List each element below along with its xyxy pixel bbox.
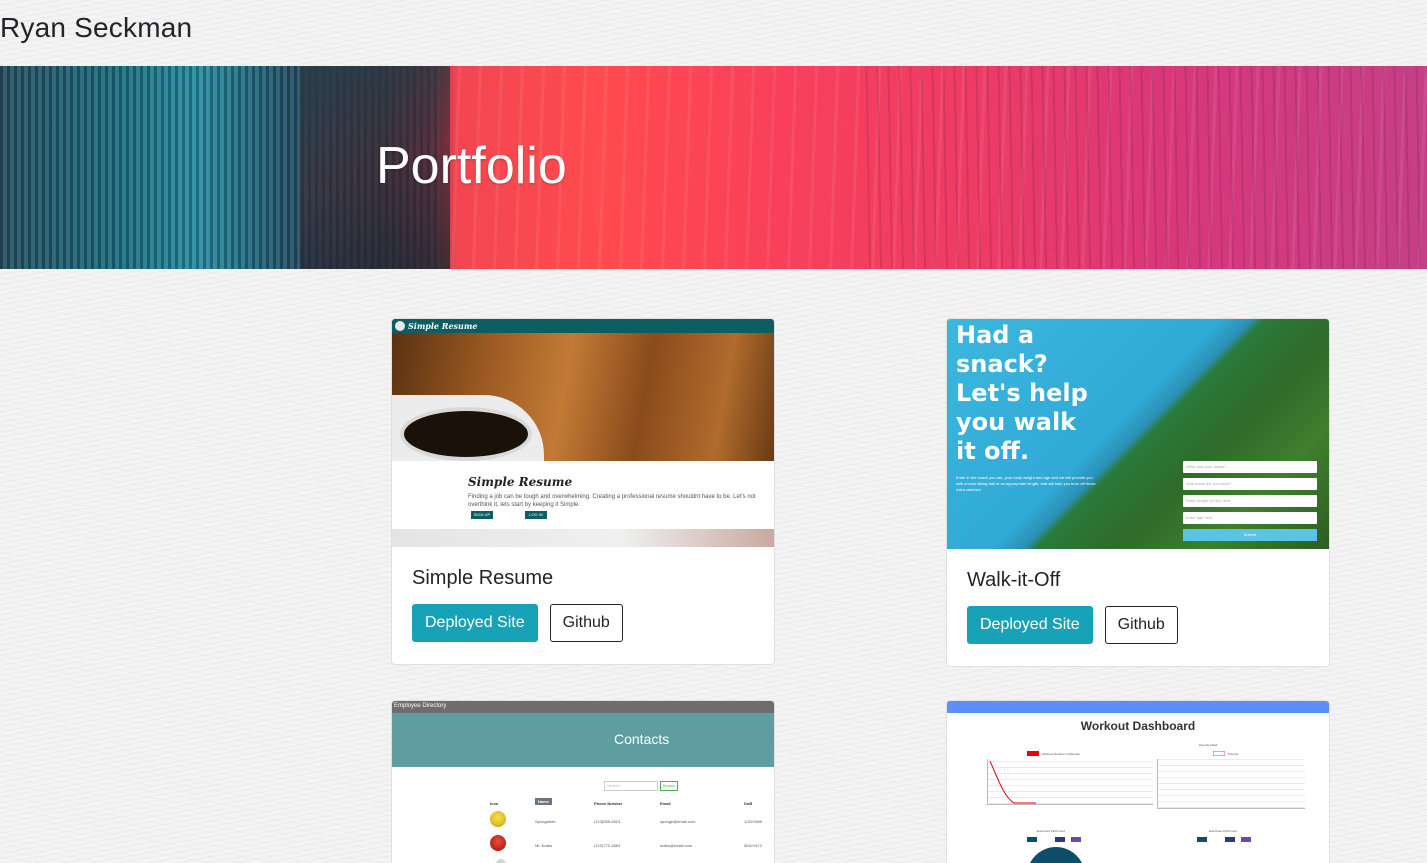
thumb-cell: Spongebob — [535, 819, 556, 824]
thumb-legend-swatch — [1027, 751, 1039, 756]
thumb-headline: Had a snack? Let's help you walk it off. — [956, 321, 1088, 465]
thumb-navbar — [947, 701, 1329, 713]
project-thumbnail[interactable]: Simple Resume Simple Resume Finding a jo… — [392, 319, 774, 547]
thumb-col-email: Email — [660, 801, 671, 806]
thumb-coffee — [400, 407, 532, 461]
hero-texture-stripes — [860, 66, 1427, 269]
thumb-pounds-chart — [1157, 759, 1305, 809]
thumb-duration-line — [989, 760, 1036, 804]
thumb-col-name: Name — [535, 798, 552, 805]
thumb-legend-swatch — [1197, 837, 1207, 842]
thumb-text: Finding a job can be tough and overwhelm… — [468, 494, 756, 508]
thumb-col-dob: DoB — [744, 801, 753, 806]
card-body: Walk-it-Off Deployed Site Github — [947, 549, 1329, 664]
thumb-legend-swatch — [1055, 837, 1065, 842]
thumb-duration-chart — [987, 759, 1153, 805]
thumb-avatar-krabs — [490, 835, 506, 851]
thumb-chart-title: Exercises Performed — [1037, 829, 1065, 833]
project-card-workout-dashboard: Workout Dashboard Workout Duration in Mi… — [946, 700, 1330, 863]
thumb-cell: 5/04/1973 — [744, 843, 762, 848]
thumb-nav-title: Employee Directory — [394, 703, 447, 709]
thumb-submit-button: Submit — [1183, 529, 1317, 541]
thumb-snack-field: What was your snack? — [1183, 461, 1317, 473]
thumb-legend-swatch — [1027, 837, 1037, 842]
thumb-heading: Workout Dashboard — [1080, 719, 1196, 733]
thumb-search-button: Search — [660, 781, 678, 791]
thumb-legend-label: Workout Duration in Minutes — [1042, 752, 1080, 756]
project-card-walk-it-off: Had a snack? Let's help you walk it off. Ent… — [946, 318, 1330, 667]
thumb-avatar — [496, 859, 506, 863]
project-card-employee-directory: Employee Directory Contacts Search Searc… — [391, 700, 775, 863]
github-button[interactable]: Github — [549, 604, 623, 642]
card-body: Simple Resume Deployed Site Github — [392, 547, 774, 662]
thumb-search-input: Search — [604, 781, 658, 791]
thumb-age-field: Enter age here — [1183, 512, 1317, 524]
thumb-navbar: Employee Directory — [392, 701, 774, 713]
thumb-legend-swatch — [1213, 751, 1225, 756]
thumb-legend-swatch — [1225, 837, 1235, 842]
thumb-logo-icon — [395, 321, 405, 331]
thumb-nav-title: Simple Resume — [408, 321, 478, 331]
thumb-chart-title: Exercises Performed — [1209, 829, 1237, 833]
thumb-amount-field: How many did you have? — [1183, 478, 1317, 490]
brand-name[interactable]: Ryan Seckman — [0, 12, 192, 44]
thumb-heading: Simple Resume — [468, 475, 573, 489]
thumb-cell: 1/20/1985 — [744, 819, 762, 824]
project-thumbnail[interactable]: Employee Directory Contacts Search Searc… — [392, 701, 774, 863]
thumb-navbar: Simple Resume — [392, 319, 774, 333]
thumb-exercise-pie — [1027, 847, 1085, 863]
project-thumbnail[interactable]: Workout Dashboard Workout Duration in Mi… — [947, 701, 1329, 863]
thumb-avatar-spongebob — [490, 811, 506, 827]
card-title: Walk-it-Off — [967, 569, 1061, 591]
github-button[interactable]: Github — [1104, 606, 1178, 644]
thumb-heading: Contacts — [614, 731, 670, 747]
thumb-weight-field: Enter weight (in lbs) here — [1183, 495, 1317, 507]
thumb-cell: Mr. Krabs — [535, 843, 553, 848]
thumb-description: Enter in the snack you ate, your body we… — [956, 475, 1096, 492]
thumb-login-button: LOG IN — [525, 511, 547, 519]
page-title: Portfolio — [376, 137, 567, 195]
thumb-legend-swatch — [1241, 837, 1251, 842]
deployed-site-button[interactable]: Deployed Site — [967, 606, 1093, 644]
thumb-cell: sponge@email.com — [660, 819, 696, 824]
card-title: Simple Resume — [412, 567, 554, 589]
project-thumbnail[interactable]: Had a snack? Let's help you walk it off. Ent… — [947, 319, 1329, 549]
thumb-header: Contacts — [392, 713, 774, 767]
thumb-legend-label: Pounds — [1228, 752, 1239, 756]
portfolio-hero-banner: Portfolio — [0, 66, 1427, 269]
thumb-col-icon: Icon — [490, 801, 499, 806]
thumb-cell: (123)772-4563 — [594, 843, 621, 848]
thumb-signup-button: SIGN UP — [471, 511, 493, 519]
thumb-chart-title: Pounds Lifted — [1199, 743, 1218, 747]
thumb-col-phone: Phone Number — [594, 801, 623, 806]
thumb-footer-strip — [392, 529, 774, 547]
deployed-site-button[interactable]: Deployed Site — [412, 604, 538, 642]
project-card-simple-resume: Simple Resume Simple Resume Finding a jo… — [391, 318, 775, 665]
thumb-cell: (123)555-4523 — [594, 819, 621, 824]
thumb-cell: krabs@email.com — [660, 843, 693, 848]
thumb-legend-swatch — [1071, 837, 1081, 842]
